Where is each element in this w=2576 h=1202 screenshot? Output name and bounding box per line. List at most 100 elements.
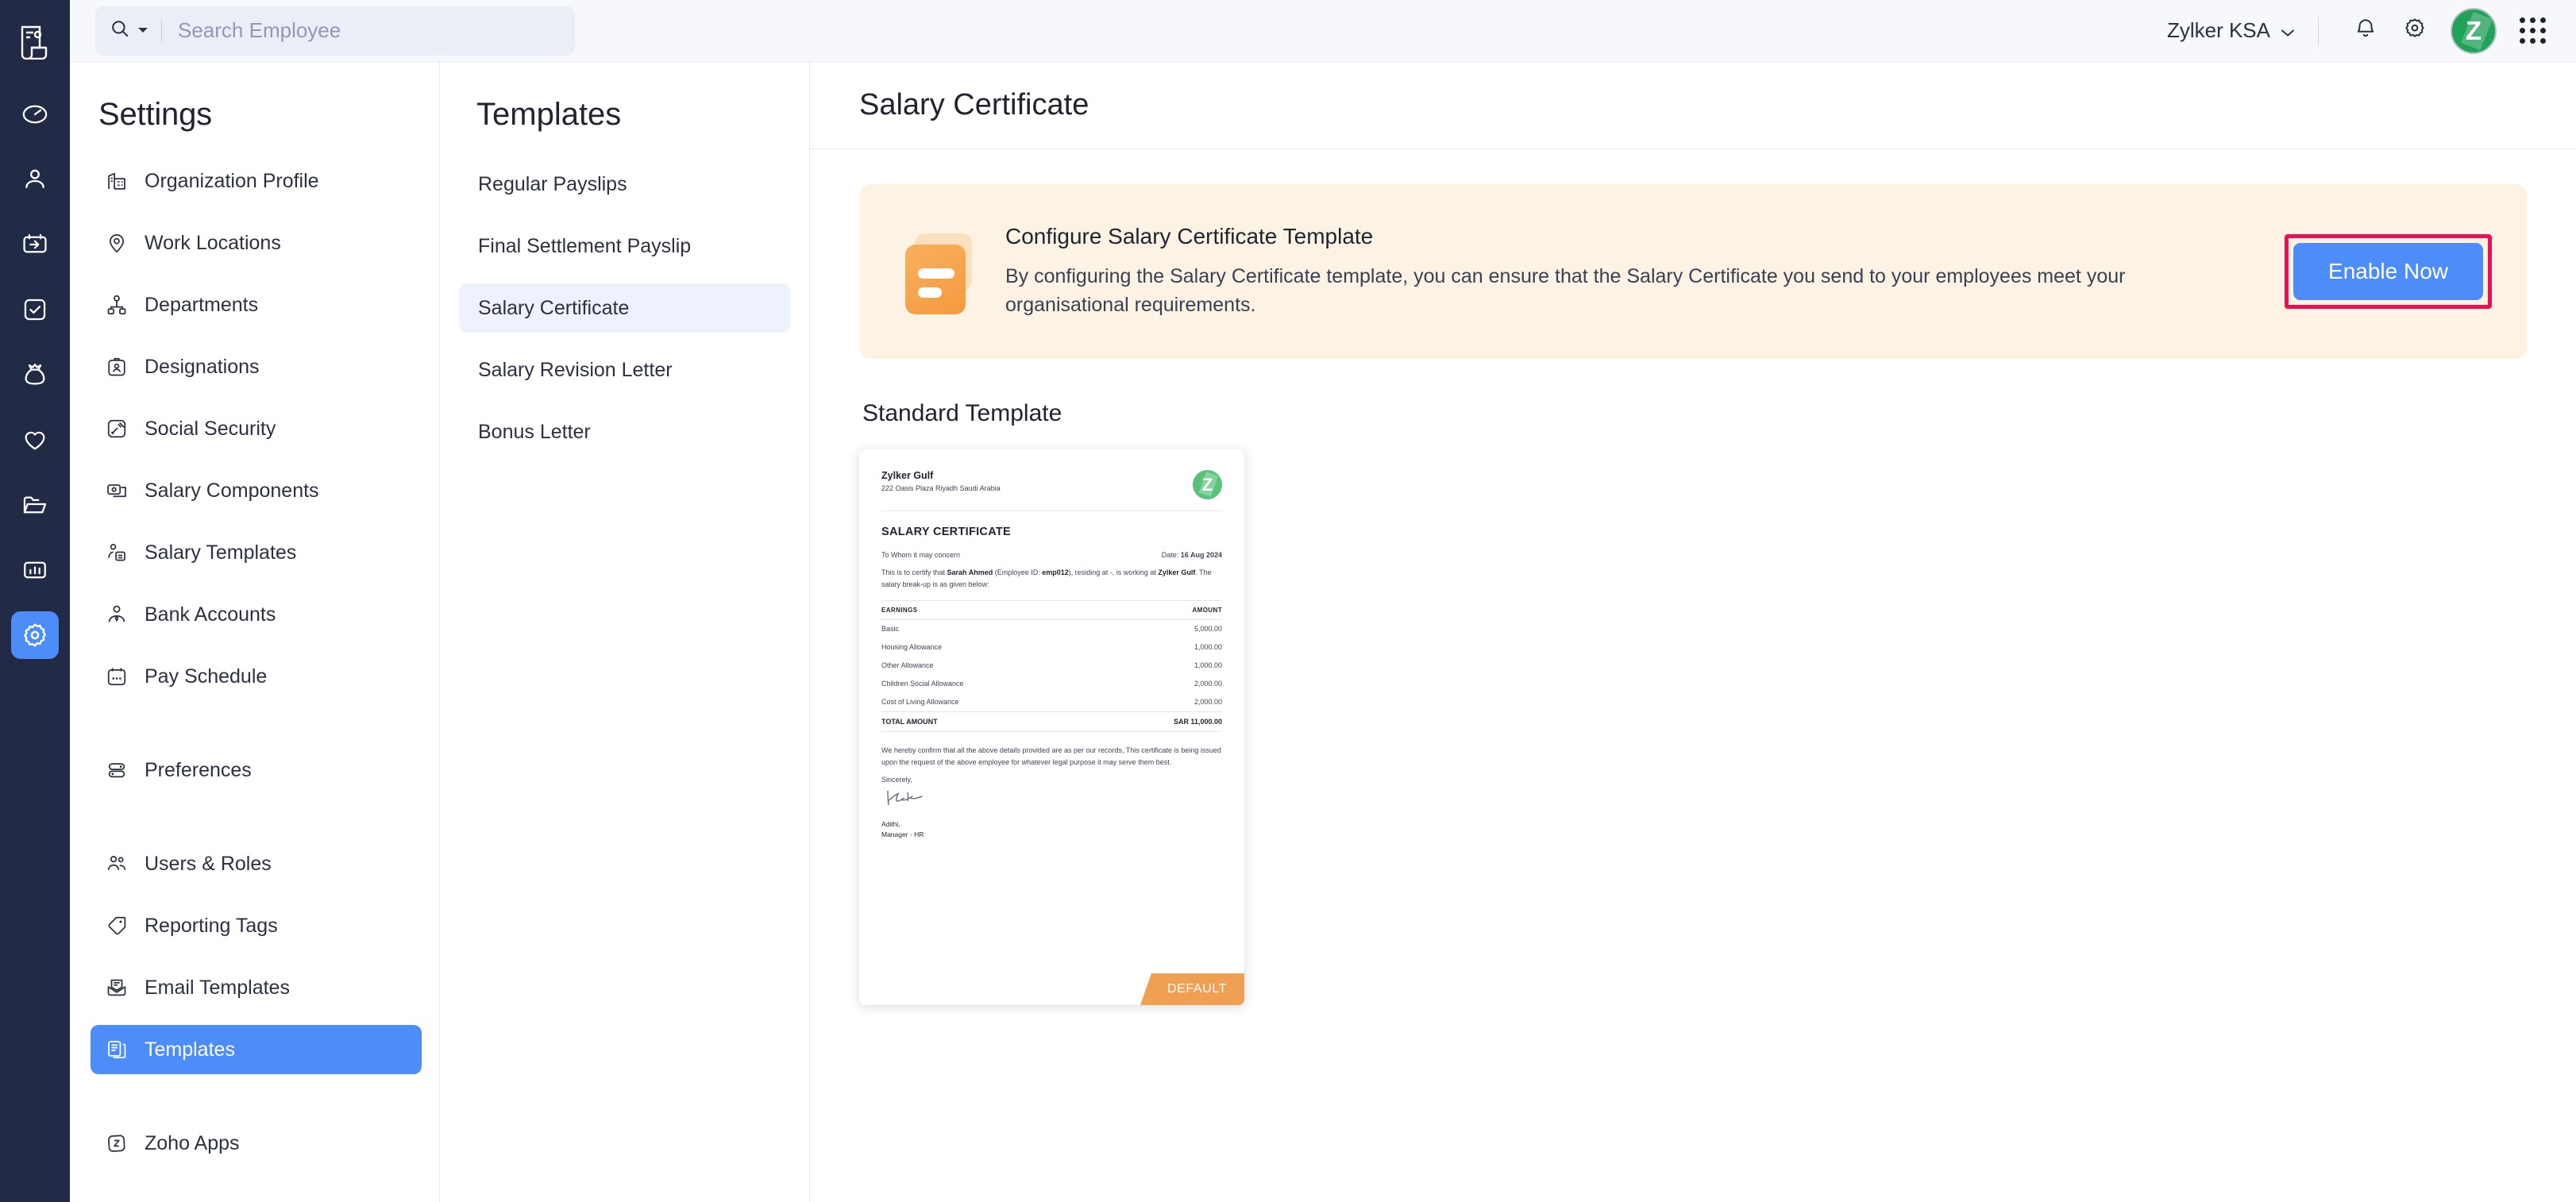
total-label: TOTAL AMOUNT: [881, 711, 1096, 731]
sidebar-spacer: [70, 807, 422, 839]
sidebar-item-departments[interactable]: Departments: [91, 280, 422, 329]
body-columns: Settings Organization Profile: [70, 62, 2576, 1202]
sidebar-item-salary-components[interactable]: Salary Components: [91, 466, 422, 515]
gavel-icon: [105, 417, 129, 441]
banner-description: By configuring the Salary Certificate te…: [1005, 262, 2141, 320]
bell-icon: [2354, 17, 2377, 44]
rail-item-approvals[interactable]: [11, 286, 59, 333]
sidebar-item-label: Salary Templates: [145, 541, 296, 564]
rail-item-employees[interactable]: [11, 156, 59, 203]
tag-icon: [105, 914, 129, 938]
sidebar-item-label: Email Templates: [145, 977, 290, 1000]
settings-heading: Settings: [70, 62, 422, 156]
avatar-initial: Z: [2466, 16, 2482, 46]
sidebar-item-designations[interactable]: Designations: [91, 342, 422, 391]
sidebar-item-label: Templates: [145, 1038, 235, 1061]
page-title: Salary Certificate: [859, 88, 1089, 122]
company-name: Zylker Gulf: [1158, 568, 1195, 576]
salary-certificate-preview-card[interactable]: Zylker Gulf 222 Oasis Plaza Riyadh Saudi…: [859, 449, 1244, 1005]
person-tie-icon: [105, 603, 129, 626]
handwritten-signature: [885, 789, 1222, 812]
column-header-earnings: EARNINGS: [881, 600, 1096, 619]
avatar[interactable]: Z: [2451, 8, 2497, 54]
sidebar-item-work-locations[interactable]: Work Locations: [91, 218, 422, 268]
sidebar-item-reporting-tags[interactable]: Reporting Tags: [91, 901, 422, 950]
earning-label: Other Allowance: [881, 657, 1096, 675]
enable-now-button[interactable]: Enable Now: [2293, 243, 2483, 300]
table-row: Cost of Living Allowance 2,000.00: [881, 693, 1222, 712]
sidebar-item-salary-templates[interactable]: Salary Templates: [91, 528, 422, 577]
certificate-footer-text: We hereby confirm that all the above det…: [881, 745, 1222, 769]
earning-amount: 1,000.00: [1096, 657, 1222, 675]
search-input[interactable]: [178, 18, 519, 43]
apps-launcher-button[interactable]: [2508, 6, 2557, 56]
sidebar-item-bank-accounts[interactable]: Bank Accounts: [91, 590, 422, 639]
enable-now-highlight: Enable Now: [2285, 234, 2492, 309]
check-square-icon: [21, 296, 48, 323]
sidebar-item-label: Pay Schedule: [145, 665, 267, 688]
sidebar-item-label: Zoho Apps: [145, 1132, 240, 1155]
search-divider: [161, 19, 162, 43]
template-item-regular-payslips[interactable]: Regular Payslips: [459, 160, 790, 209]
speedometer-icon: [21, 101, 48, 128]
rail-item-documents[interactable]: [11, 481, 59, 529]
sidebar-item-label: Users & Roles: [145, 853, 272, 876]
rail-item-benefits[interactable]: [11, 416, 59, 464]
rail-item-settings[interactable]: [11, 611, 59, 659]
notifications-button[interactable]: [2341, 6, 2390, 56]
intro-part-3: ), residing at -, is working at: [1069, 568, 1159, 576]
sidebar-item-label: Reporting Tags: [145, 915, 278, 938]
earning-amount: 2,000.00: [1096, 693, 1222, 712]
banner-text: Configure Salary Certificate Template By…: [1005, 224, 2285, 320]
template-item-bonus-letter[interactable]: Bonus Letter: [459, 407, 790, 457]
earning-amount: 2,000.00: [1096, 675, 1222, 693]
signer-name: Adithi,: [881, 819, 1222, 829]
sidebar-item-pay-schedule[interactable]: Pay Schedule: [91, 652, 422, 701]
search-bar[interactable]: [95, 6, 575, 56]
certificate-body: Zylker Gulf 222 Oasis Plaza Riyadh Saudi…: [859, 449, 1244, 839]
rail-item-reports[interactable]: [11, 546, 59, 594]
zoho-square-icon: [105, 1131, 129, 1155]
left-icon-rail: [0, 0, 70, 1202]
table-row: Basic 5,000.00: [881, 619, 1222, 638]
certificate-date-label: Date:: [1162, 551, 1179, 559]
certificate-heading: SALARY CERTIFICATE: [881, 526, 1222, 538]
template-item-final-settlement-payslip[interactable]: Final Settlement Payslip: [459, 222, 790, 271]
topbar: Zylker KSA: [70, 0, 2576, 62]
template-item-salary-certificate[interactable]: Salary Certificate: [459, 283, 790, 333]
rail-item-dashboard[interactable]: [11, 91, 59, 138]
template-item-label: Salary Certificate: [478, 297, 629, 320]
heart-icon: [21, 426, 48, 453]
search-scope-selector[interactable]: [110, 18, 161, 43]
sidebar-item-label: Work Locations: [145, 232, 281, 255]
certificate-org-name: Zylker Gulf: [881, 470, 1001, 481]
sidebar-item-templates[interactable]: Templates: [91, 1025, 422, 1074]
sidebar-item-label: Designations: [145, 356, 260, 379]
table-row: Housing Allowance 1,000.00: [881, 638, 1222, 657]
template-item-salary-revision-letter[interactable]: Salary Revision Letter: [459, 345, 790, 395]
earnings-table: EARNINGS AMOUNT Basic 5,000.00: [881, 600, 1222, 732]
sidebar-item-preferences[interactable]: Preferences: [91, 745, 422, 795]
sidebar-item-label: Social Security: [145, 418, 276, 441]
certificate-divider: [881, 510, 1222, 511]
topbar-divider: [2318, 17, 2319, 45]
settings-button[interactable]: [2390, 6, 2439, 56]
sidebar-item-email-templates[interactable]: Email Templates: [91, 963, 422, 1012]
org-switcher[interactable]: Zylker KSA: [2167, 18, 2318, 43]
right-area: Zylker KSA: [70, 0, 2576, 1202]
person-doc-icon: [105, 541, 129, 564]
column-header-amount: AMOUNT: [1096, 600, 1222, 619]
rail-item-pay-runs[interactable]: [11, 351, 59, 399]
sidebar-item-organization-profile[interactable]: Organization Profile: [91, 156, 422, 206]
person-icon: [21, 166, 48, 193]
certificate-header: Zylker Gulf 222 Oasis Plaza Riyadh Saudi…: [881, 470, 1222, 499]
sidebar-item-zoho-apps[interactable]: Zoho Apps: [91, 1119, 422, 1168]
sidebar-item-users-and-roles[interactable]: Users & Roles: [91, 839, 422, 888]
id-badge-icon: [105, 355, 129, 379]
table-row: Other Allowance 1,000.00: [881, 657, 1222, 675]
sidebar-item-social-security[interactable]: Social Security: [91, 404, 422, 453]
payroll-document-logo[interactable]: [0, 11, 70, 73]
sidebar-item-label: Preferences: [145, 759, 252, 782]
rail-item-leave[interactable]: [11, 221, 59, 268]
table-row: Children Social Allowance 2,000.00: [881, 675, 1222, 693]
